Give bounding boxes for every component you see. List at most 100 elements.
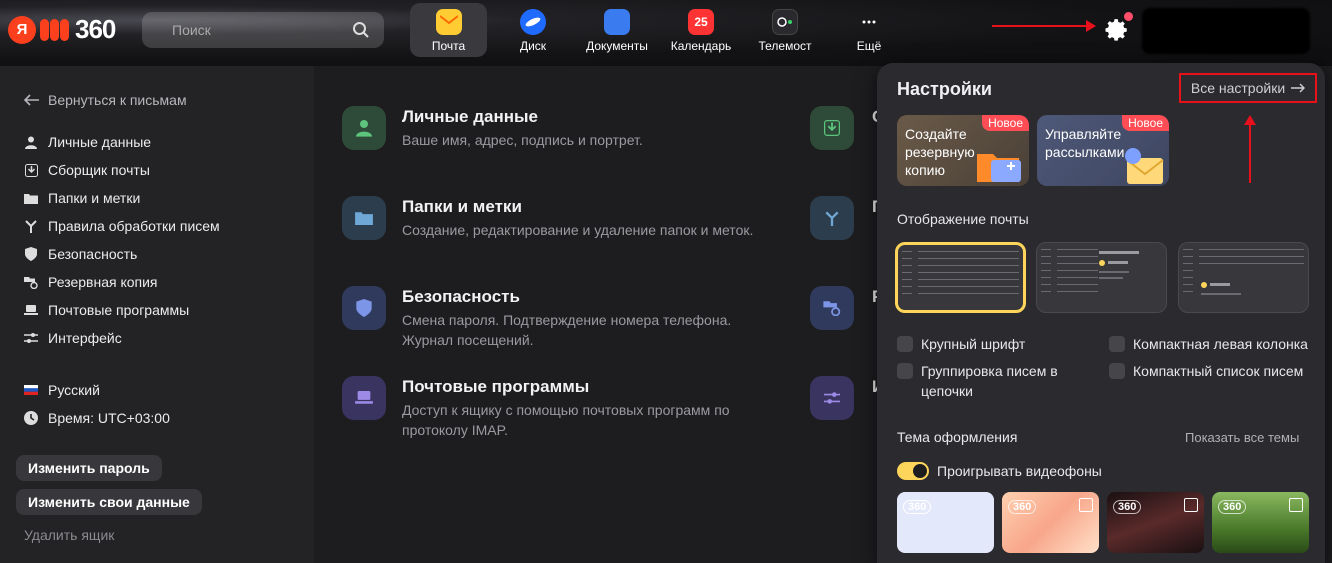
theme-option-grass[interactable]: 360 (1212, 492, 1309, 553)
checkbox-label: Крупный шрифт (921, 336, 1026, 352)
large-font-checkbox[interactable]: Крупный шрифт (897, 334, 1025, 354)
search-icon[interactable] (352, 21, 370, 39)
toggle-switch[interactable] (897, 462, 929, 480)
promo-backup[interactable]: Создайте резервную копию Новое (897, 115, 1029, 186)
sidebar-item-rules[interactable]: Правила обработки писем (24, 212, 314, 240)
layout-option-split-horizontal[interactable] (1178, 242, 1309, 313)
change-password-button[interactable]: Изменить пароль (16, 455, 162, 481)
checkbox-label: Компактный список писем (1133, 363, 1304, 379)
show-all-themes-link[interactable]: Показать все темы (1185, 430, 1299, 445)
sidebar-item-personal[interactable]: Личные данные (24, 128, 314, 156)
backup-icon[interactable] (810, 286, 854, 330)
change-data-button[interactable]: Изменить свои данные (16, 489, 202, 515)
settings-title: Настройки (897, 79, 992, 99)
arrow-right-icon (1291, 83, 1306, 93)
apps-bar: Почта Диск Документы 25 Календарь Телемо… (410, 3, 911, 57)
timezone-label: Время: UTC+03:00 (48, 410, 170, 426)
video-icon (1079, 498, 1093, 512)
layout-option-split-vertical[interactable] (1036, 242, 1167, 313)
preview-pane-illustration (1099, 251, 1139, 279)
app-label: Календарь (670, 39, 732, 53)
delete-mailbox-link[interactable]: Удалить ящик (24, 527, 114, 543)
app-calendar[interactable]: 25 Календарь (659, 3, 743, 57)
search-input[interactable] (172, 22, 352, 38)
inbox-download-icon[interactable] (810, 106, 854, 150)
theme-option-light[interactable]: 360 (897, 492, 994, 553)
promo-subscriptions[interactable]: Управляйте рассылками Новое (1037, 115, 1169, 186)
sidebar-item-label: Папки и метки (48, 190, 141, 206)
card-description: Доступ к ящику с помощью почтовых програ… (402, 402, 730, 438)
search-box[interactable] (142, 12, 384, 48)
settings-card-security[interactable]: Безопасность Смена пароля. Подтверждение… (342, 286, 762, 350)
video-background-toggle[interactable]: Проигрывать видеофоны (897, 462, 1102, 480)
sidebar-item-label: Сборщик почты (48, 162, 150, 178)
app-telemost[interactable]: Телемост (743, 3, 827, 57)
theme-option-dark[interactable]: 360 (1107, 492, 1204, 553)
card-title: Почтовые программы (402, 377, 590, 396)
checkbox[interactable] (1109, 336, 1125, 352)
sidebar-item-label: Безопасность (48, 246, 138, 262)
thread-grouping-checkbox[interactable]: Группировка писем в цепочки (897, 361, 1097, 401)
folder-icon (24, 191, 38, 205)
shield-icon (24, 247, 38, 261)
telemost-icon (772, 9, 798, 35)
gear-icon[interactable] (1104, 17, 1130, 43)
toggle-label: Проигрывать видеофоны (937, 463, 1102, 479)
calendar-icon: 25 (688, 9, 714, 35)
notification-dot (1124, 12, 1133, 21)
rules-icon[interactable] (810, 196, 854, 240)
app-disk[interactable]: Диск (491, 3, 575, 57)
sidebar-item-security[interactable]: Безопасность (24, 240, 314, 268)
logo-360: 360 (75, 14, 116, 44)
sliders-icon[interactable] (810, 376, 854, 420)
timezone-selector[interactable]: Время: UTC+03:00 (24, 404, 314, 432)
top-bar: Я 360 Почта Диск Документы 25 Календарь (0, 0, 1332, 66)
backup-folder-illustration (977, 154, 1021, 182)
settings-popup: Настройки Все настройки Создайте резервн… (877, 63, 1325, 563)
compact-list-checkbox[interactable]: Компактный список писем (1109, 361, 1303, 381)
logo-dots (40, 18, 69, 41)
sidebar-item-interface[interactable]: Интерфейс (24, 324, 314, 352)
laptop-icon (342, 376, 386, 420)
laptop-icon (24, 303, 38, 317)
settings-card-folders[interactable]: Папки и метки Создание, редактирование и… (342, 196, 762, 240)
language-selector[interactable]: Русский (24, 376, 314, 404)
theme-option-peach[interactable]: 360 (1002, 492, 1099, 553)
app-label: Диск (519, 39, 547, 53)
theme-label: 360 (1113, 500, 1142, 514)
app-more[interactable]: Ещё (827, 3, 911, 57)
new-badge: Новое (982, 115, 1029, 131)
checkbox[interactable] (1109, 363, 1125, 379)
russia-flag-icon (24, 383, 38, 397)
person-icon (24, 135, 38, 149)
layout-option-list[interactable] (895, 242, 1026, 313)
app-docs[interactable]: Документы (575, 3, 659, 57)
checkbox[interactable] (897, 363, 913, 379)
folder-icon (342, 196, 386, 240)
account-buttons: Изменить пароль Изменить свои данные (16, 455, 202, 523)
sidebar-item-label: Правила обработки писем (48, 218, 220, 234)
inbox-download-icon (24, 163, 38, 177)
sidebar-item-folders[interactable]: Папки и метки (24, 184, 314, 212)
settings-card-mail-programs[interactable]: Почтовые программы Доступ к ящику с помо… (342, 376, 762, 440)
checkbox-label: Компактная левая колонка (1133, 336, 1308, 352)
sidebar-item-backup[interactable]: Резервная копия (24, 268, 314, 296)
mail-icon (435, 9, 462, 35)
theme-heading: Тема оформления (897, 429, 1018, 445)
all-settings-link[interactable]: Все настройки (1179, 73, 1317, 103)
app-label: Почта (431, 39, 466, 53)
yandex-360-logo[interactable]: Я 360 (8, 14, 116, 45)
preview-pane-illustration (1201, 282, 1241, 295)
app-mail[interactable]: Почта (410, 3, 487, 57)
sliders-icon (24, 331, 38, 345)
annotation-arrow-horizontal (992, 20, 1096, 32)
checkbox[interactable] (897, 336, 913, 352)
sidebar-item-mail-programs[interactable]: Почтовые программы (24, 296, 314, 324)
back-to-mail-link[interactable]: Вернуться к письмам (24, 92, 314, 108)
app-label: Документы (586, 39, 648, 53)
sidebar-item-collector[interactable]: Сборщик почты (24, 156, 314, 184)
all-settings-label: Все настройки (1190, 80, 1286, 96)
compact-left-column-checkbox[interactable]: Компактная левая колонка (1109, 334, 1308, 354)
settings-card-personal[interactable]: Личные данные Ваше имя, адрес, подпись и… (342, 106, 762, 150)
video-icon (1184, 498, 1198, 512)
